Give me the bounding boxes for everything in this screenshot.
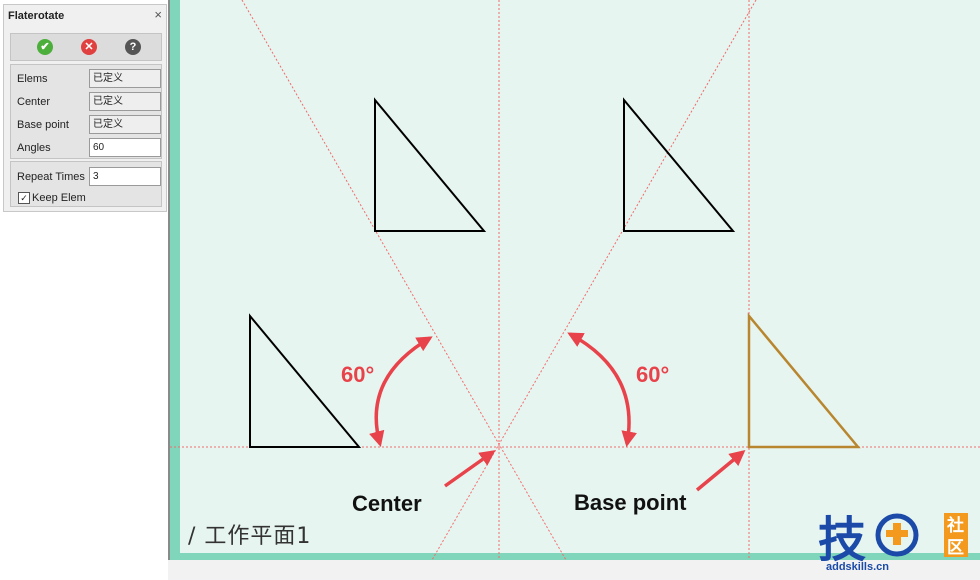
drawing-overlay: 60° 60° Center Base point 技 社 区 [170, 0, 980, 568]
center-label-text: Center [352, 491, 422, 516]
result-triangle[interactable] [747, 312, 861, 449]
rotated-triangle-2[interactable] [623, 97, 736, 232]
angle-label-right: 60° [636, 362, 669, 387]
work-plane-watermark: / 工作平面1 [188, 524, 312, 549]
rotated-triangle-1[interactable] [374, 97, 487, 232]
logo-side-top: 社 [946, 515, 964, 536]
angle-arc-left-arrow [369, 336, 433, 448]
base-point-label-text: Base point [574, 490, 687, 515]
center-pointer-arrow [443, 450, 496, 488]
angle-arc-right-arrow [567, 332, 637, 448]
addskills-logo: 技 社 区 [818, 512, 968, 568]
base-point-pointer-arrow [695, 449, 746, 492]
guide-line-120 [241, 0, 567, 561]
logo-plus-v [893, 523, 901, 545]
logo-url: addskills.cn [826, 561, 889, 573]
logo-main-glyph: 技 [818, 512, 866, 568]
guide-line-60 [431, 0, 757, 561]
logo-side-bottom: 区 [947, 538, 964, 558]
angle-label-left: 60° [341, 362, 374, 387]
